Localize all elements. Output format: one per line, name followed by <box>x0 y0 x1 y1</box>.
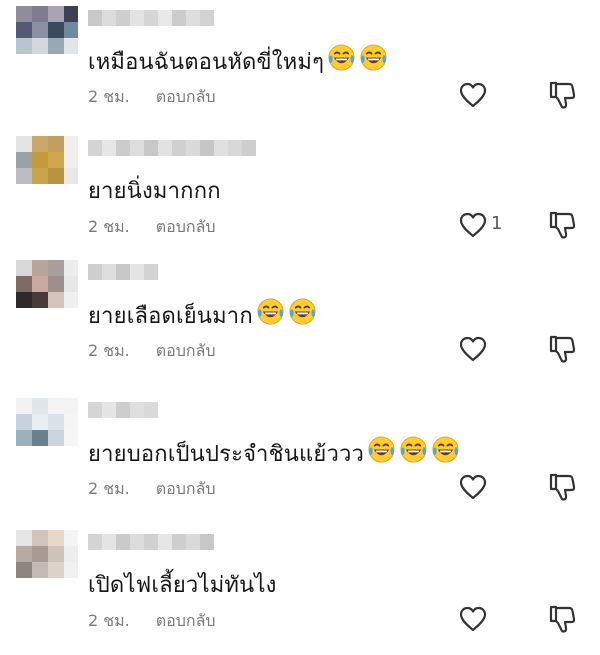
laughing-tears-emoji <box>400 436 427 463</box>
reply-button[interactable]: ตอบกลับ <box>156 479 216 498</box>
laughing-tears-emoji <box>328 44 355 71</box>
comment-meta: 2 ชม. ตอบกลับ <box>88 215 216 240</box>
avatar[interactable] <box>16 530 78 592</box>
comment-text: ยายเลือดเย็นมาก <box>88 297 317 333</box>
laughing-tears-emoji <box>257 298 284 325</box>
comment-text: ยายนิ่งมากกก <box>88 179 221 204</box>
username-blurred[interactable] <box>88 264 158 280</box>
comment-item: ยายเลือดเย็นมาก 2 ชม. ตอบกลับ <box>0 260 600 385</box>
reply-button[interactable]: ตอบกลับ <box>156 87 216 106</box>
heart-icon[interactable] <box>458 604 488 634</box>
dislike-icon[interactable] <box>547 210 577 240</box>
username-blurred[interactable] <box>88 10 214 26</box>
username-blurred[interactable] <box>88 402 158 418</box>
dislike-icon[interactable] <box>547 604 577 634</box>
laughing-tears-emoji <box>289 298 316 325</box>
heart-icon[interactable] <box>458 334 488 364</box>
avatar[interactable] <box>16 136 78 198</box>
laughing-tears-emoji <box>368 436 395 463</box>
comment-text: เหมือนฉันตอนหัดขี่ใหม่ๆ <box>88 43 388 79</box>
laughing-tears-emoji <box>360 44 387 71</box>
comment-item: ยายบอกเป็นประจำชินแย้ววว 2 ชม. ตอบกลับ <box>0 398 600 523</box>
avatar[interactable] <box>16 6 78 68</box>
reply-button[interactable]: ตอบกลับ <box>156 341 216 360</box>
username-blurred[interactable] <box>88 140 256 156</box>
laughing-tears-emoji <box>432 436 459 463</box>
comment-text: ยายบอกเป็นประจำชินแย้ววว <box>88 435 460 471</box>
dislike-icon[interactable] <box>547 334 577 364</box>
like-count: 1 <box>491 213 503 234</box>
comment-item: เหมือนฉันตอนหัดขี่ใหม่ๆ 2 ชม. ตอบกลับ <box>0 6 600 131</box>
avatar[interactable] <box>16 260 78 322</box>
comment-item: เปิดไฟเลี้ยวไม่ทันไง 2 ชม. ตอบกลับ <box>0 530 600 655</box>
heart-icon[interactable] <box>458 210 488 240</box>
comment-time: 2 ชม. <box>88 341 130 360</box>
avatar[interactable] <box>16 398 78 460</box>
comment-time: 2 ชม. <box>88 217 130 236</box>
dislike-icon[interactable] <box>547 472 577 502</box>
comment-meta: 2 ชม. ตอบกลับ <box>88 609 216 634</box>
comment-meta: 2 ชม. ตอบกลับ <box>88 339 216 364</box>
comment-time: 2 ชม. <box>88 87 130 106</box>
dislike-icon[interactable] <box>547 80 577 110</box>
comment-meta: 2 ชม. ตอบกลับ <box>88 85 216 110</box>
reply-button[interactable]: ตอบกลับ <box>156 611 216 630</box>
heart-icon[interactable] <box>458 80 488 110</box>
comment-time: 2 ชม. <box>88 479 130 498</box>
heart-icon[interactable] <box>458 472 488 502</box>
comment-text: เปิดไฟเลี้ยวไม่ทันไง <box>88 573 277 598</box>
comment-item: ยายนิ่งมากกก 2 ชม. ตอบกลับ 1 <box>0 136 600 261</box>
comment-meta: 2 ชม. ตอบกลับ <box>88 477 216 502</box>
comment-time: 2 ชม. <box>88 611 130 630</box>
username-blurred[interactable] <box>88 534 214 550</box>
reply-button[interactable]: ตอบกลับ <box>156 217 216 236</box>
